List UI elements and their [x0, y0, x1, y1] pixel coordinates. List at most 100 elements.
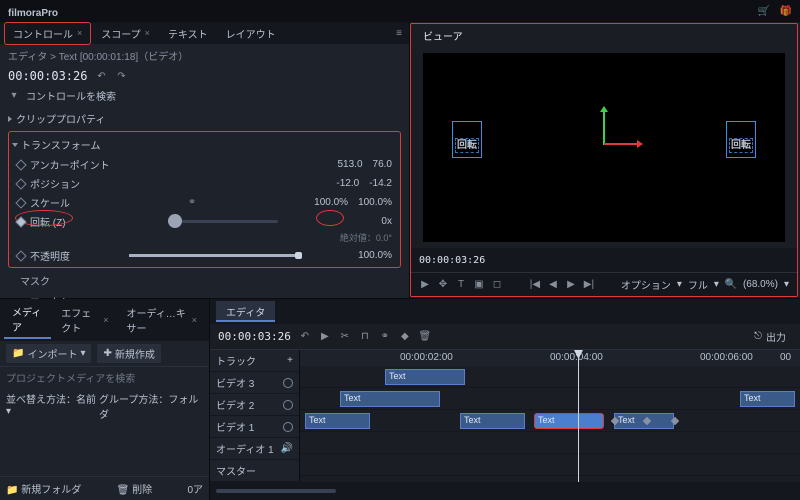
text-element-right[interactable]: 回転 — [726, 121, 756, 158]
track-master[interactable]: マスター — [210, 460, 299, 482]
media-search[interactable]: プロジェクトメディアを検索 — [0, 367, 209, 388]
pointer-tool-icon[interactable]: ▶ — [319, 331, 331, 343]
tab-text[interactable]: テキスト — [160, 23, 216, 44]
clip-properties-header[interactable]: クリッププロパティ — [8, 108, 401, 129]
plus-icon[interactable]: + — [287, 355, 293, 366]
undo-icon[interactable]: ↶ — [299, 331, 311, 343]
options-button[interactable]: オプション — [621, 277, 671, 292]
clip-selected[interactable]: Text — [534, 413, 604, 429]
snap-icon[interactable]: ⊓ — [359, 331, 371, 343]
tab-scope[interactable]: スコープ× — [93, 23, 158, 44]
left-tabs: コントロール× スコープ× テキスト レイアウト ≡ — [0, 22, 409, 44]
prop-anchor[interactable]: アンカーポイント 513.076.0 — [13, 155, 396, 174]
transform-gizmo[interactable] — [604, 144, 605, 145]
gift-icon[interactable]: 🎁 — [780, 5, 792, 17]
breadcrumb: エディタ > Text [00:00:01:18]（ビデオ） — [0, 44, 409, 67]
y-axis-icon[interactable] — [603, 111, 605, 145]
pointer-icon[interactable]: ▶ — [419, 279, 431, 291]
tab-editor[interactable]: エディタ — [216, 301, 275, 322]
clip[interactable]: Text — [340, 391, 440, 407]
keyframe-icon[interactable] — [15, 159, 26, 170]
prop-position[interactable]: ポジション -12.0-14.2 — [13, 174, 396, 193]
zoom-slider[interactable] — [216, 489, 336, 493]
full-button[interactable]: フル — [688, 277, 708, 292]
hand-icon[interactable]: ✥ — [437, 279, 449, 291]
speaker-icon[interactable]: 🔊 — [281, 443, 293, 454]
time-ruler[interactable]: 00:00:02:00 00:00:04:00 00:00:06:00 00 — [300, 350, 800, 366]
timeline-timecode[interactable]: 00:00:03:26 — [218, 330, 291, 343]
tab-viewer[interactable]: ビューア — [417, 26, 791, 45]
prop-rotation[interactable]: 回転 (Z) 0x — [13, 212, 396, 231]
search-placeholder: コントロールを検索 — [26, 88, 116, 103]
track-row-a1[interactable] — [300, 432, 800, 454]
rotation-slider[interactable] — [168, 220, 278, 223]
delete-icon[interactable]: 🗑 — [419, 331, 431, 343]
track-video1[interactable]: ビデオ 1 — [210, 416, 299, 438]
timeline-panel: エディタ 00:00:03:26 ↶ ▶ ✂ ⊓ ⚭ ◆ 🗑 ⎋出力 トラック+… — [210, 299, 800, 500]
controls-search[interactable]: ▾ コントロールを検索 — [0, 85, 409, 106]
track-row-master[interactable] — [300, 454, 800, 476]
eye-icon[interactable] — [283, 400, 293, 410]
track-row-v3[interactable]: Text — [300, 366, 800, 388]
clip[interactable]: Text — [460, 413, 525, 429]
tab-controls[interactable]: コントロール× — [4, 22, 91, 45]
mask-header[interactable]: マスク — [8, 270, 401, 291]
x-axis-icon[interactable] — [604, 143, 638, 145]
track-row-v2[interactable]: Text Text — [300, 388, 800, 410]
cart-icon[interactable]: 🛒 — [758, 5, 770, 17]
transform-section: トランスフォーム アンカーポイント 513.076.0 ポジション -12.0-… — [8, 131, 401, 268]
eye-icon[interactable] — [283, 378, 293, 388]
viewer-timecode[interactable]: 00:00:03:26 — [419, 255, 485, 266]
zoom-icon[interactable]: 🔍 — [725, 279, 737, 291]
keyframe-icon[interactable] — [15, 197, 26, 208]
clip[interactable]: Text — [385, 369, 465, 385]
prev-frame-icon[interactable]: |◀ — [529, 279, 541, 291]
export-button[interactable]: ⎋出力 — [748, 327, 792, 346]
text-element-left[interactable]: 回転 — [452, 121, 482, 158]
tab-effects[interactable]: エフェクト× — [53, 301, 116, 339]
step-back-icon[interactable]: ◀ — [547, 279, 559, 291]
prop-opacity[interactable]: 不透明度 100.0% — [13, 246, 396, 265]
link-icon[interactable]: ⚭ — [188, 197, 196, 208]
new-folder-button[interactable]: 📁 新規フォルダ — [6, 481, 81, 496]
marker-icon[interactable]: ◆ — [399, 331, 411, 343]
clip[interactable]: Text — [305, 413, 370, 429]
app-logo: filmoraPro — [8, 4, 58, 19]
transform-header[interactable]: トランスフォーム — [13, 134, 396, 155]
undo-icon[interactable]: ↶ — [95, 70, 107, 82]
blade-tool-icon[interactable]: ✂ — [339, 331, 351, 343]
panel-menu-icon[interactable]: ≡ — [393, 27, 405, 39]
viewer-canvas[interactable]: 回転 回転 — [423, 53, 785, 242]
panel-timecode[interactable]: 00:00:03:26 — [8, 69, 87, 83]
tab-audio-mixer[interactable]: オーディ…キサー× — [118, 301, 205, 339]
opacity-slider[interactable] — [129, 254, 299, 257]
timeline-area[interactable]: 00:00:02:00 00:00:04:00 00:00:06:00 00 T… — [300, 350, 800, 482]
play-icon[interactable]: ▶ — [565, 279, 577, 291]
track-video3[interactable]: ビデオ 3 — [210, 372, 299, 394]
delete-button[interactable]: 🗑 削除 — [117, 481, 152, 496]
next-frame-icon[interactable]: ▶| — [583, 279, 595, 291]
track-video2[interactable]: ビデオ 2 — [210, 394, 299, 416]
keyframe-icon[interactable] — [15, 178, 26, 189]
tab-media[interactable]: メディア — [4, 301, 51, 339]
crop-icon[interactable]: ▣ — [473, 279, 485, 291]
sort-method[interactable]: 並べ替え方法：名前 ▾ — [6, 391, 99, 421]
viewer-panel: ビューア 回転 回転 00:00:03:26 ▶ ✥ T ▣ ◻ |◀ ◀ ▶ — [410, 23, 798, 297]
tab-layout[interactable]: レイアウト — [218, 23, 284, 44]
import-button[interactable]: 📁インポート▾ — [6, 344, 91, 363]
new-button[interactable]: ✚新規作成 — [97, 344, 160, 363]
track-audio1[interactable]: オーディオ 1🔊 — [210, 438, 299, 460]
export-icon: ⎋ — [754, 331, 762, 342]
eye-icon[interactable] — [283, 422, 293, 432]
zoom-value[interactable]: (68.0%) — [743, 279, 778, 290]
mask-tool-icon[interactable]: ◻ — [491, 279, 503, 291]
redo-icon[interactable]: ↷ — [115, 70, 127, 82]
playhead[interactable] — [578, 350, 579, 482]
clip[interactable]: Text — [740, 391, 795, 407]
link-icon[interactable]: ⚭ — [379, 331, 391, 343]
track-row-v1[interactable]: Text Text Text Text — [300, 410, 800, 432]
keyframe-icon[interactable] — [15, 250, 26, 261]
text-tool-icon[interactable]: T — [455, 279, 467, 291]
group-method[interactable]: グループ方法：フォルダ — [99, 391, 203, 421]
prop-scale[interactable]: スケール ⚭ 100.0%100.0% — [13, 193, 396, 212]
